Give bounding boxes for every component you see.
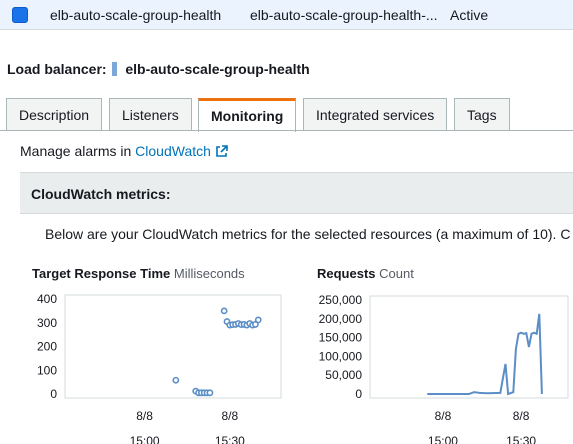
requests-chart-title: Requests Count [317,266,414,281]
x-tick-time-label: 15:30 [506,434,536,444]
tab-listeners[interactable]: Listeners [109,98,192,131]
load-balancer-color-marker [112,62,118,76]
response-time-chart[interactable]: 0 100 200 300 400 8/8 15:00 8/8 15:30 [0,290,290,444]
response-time-title: Target Response Time [32,266,171,281]
row-state-cell: Active [450,7,489,23]
metrics-description: Below are your CloudWatch metrics for th… [45,226,571,242]
row-select-checkbox[interactable] [12,7,28,23]
y-tick-label: 200 [37,340,57,354]
y-tick-label: 50,000 [325,368,362,382]
cloudwatch-link[interactable]: CloudWatch [135,143,228,159]
y-tick-label: 0 [50,387,57,401]
y-tick-label: 0 [355,387,362,401]
y-tick-label: 250,000 [319,293,363,307]
row-dns-cell: elb-auto-scale-group-health-... [250,7,438,23]
response-time-point [206,389,214,397]
requests-unit: Count [379,266,414,281]
x-tick-date-label: 8/8 [435,409,452,423]
manage-alarms-prefix: Manage alarms in [20,143,132,159]
y-tick-label: 200,000 [319,312,363,326]
external-link-icon [215,145,228,161]
response-time-point [254,316,262,324]
load-balancer-heading: Load balancer: elb-auto-scale-group-heal… [7,61,310,77]
requests-chart[interactable]: 0 50,000 100,000 150,000 200,000 250,000 8/8 15… [285,290,573,444]
tab-integrated-services[interactable]: Integrated services [303,98,448,131]
manage-alarms: Manage alarms in CloudWatch [20,143,228,161]
load-balancer-name: elb-auto-scale-group-health [125,61,310,77]
response-time-point [172,376,180,384]
y-tick-label: 300 [37,316,57,330]
cloudwatch-metrics-header: CloudWatch metrics: [20,172,573,214]
response-time-point [220,307,228,315]
y-tick-label: 400 [37,292,57,306]
response-time-chart-title: Target Response Time Milliseconds [32,266,245,281]
requests-title: Requests [317,266,376,281]
tab-divider [0,130,573,131]
x-tick-date-label: 8/8 [221,409,238,423]
tab-description[interactable]: Description [6,98,103,131]
y-tick-label: 100,000 [319,349,363,363]
y-tick-label: 150,000 [319,331,363,345]
chart-plot-frame [369,295,569,399]
chart-plot-frame [64,294,282,399]
cloudwatch-link-label: CloudWatch [135,143,211,159]
y-tick-label: 100 [37,363,57,377]
response-time-unit: Milliseconds [173,266,245,281]
tab-monitoring[interactable]: Monitoring [198,98,297,132]
tab-tags[interactable]: Tags [454,98,510,131]
x-tick-time-label: 15:00 [428,434,458,444]
load-balancer-label: Load balancer: [7,61,107,77]
x-tick-time-label: 15:00 [130,434,160,444]
requests-series-line [427,313,543,396]
x-tick-date-label: 8/8 [513,409,530,423]
x-tick-date-label: 8/8 [136,409,153,423]
row-name-cell: elb-auto-scale-group-health [50,7,222,23]
x-tick-time-label: 15:30 [215,434,245,444]
selected-table-row[interactable]: elb-auto-scale-group-health elb-auto-sca… [0,0,573,30]
